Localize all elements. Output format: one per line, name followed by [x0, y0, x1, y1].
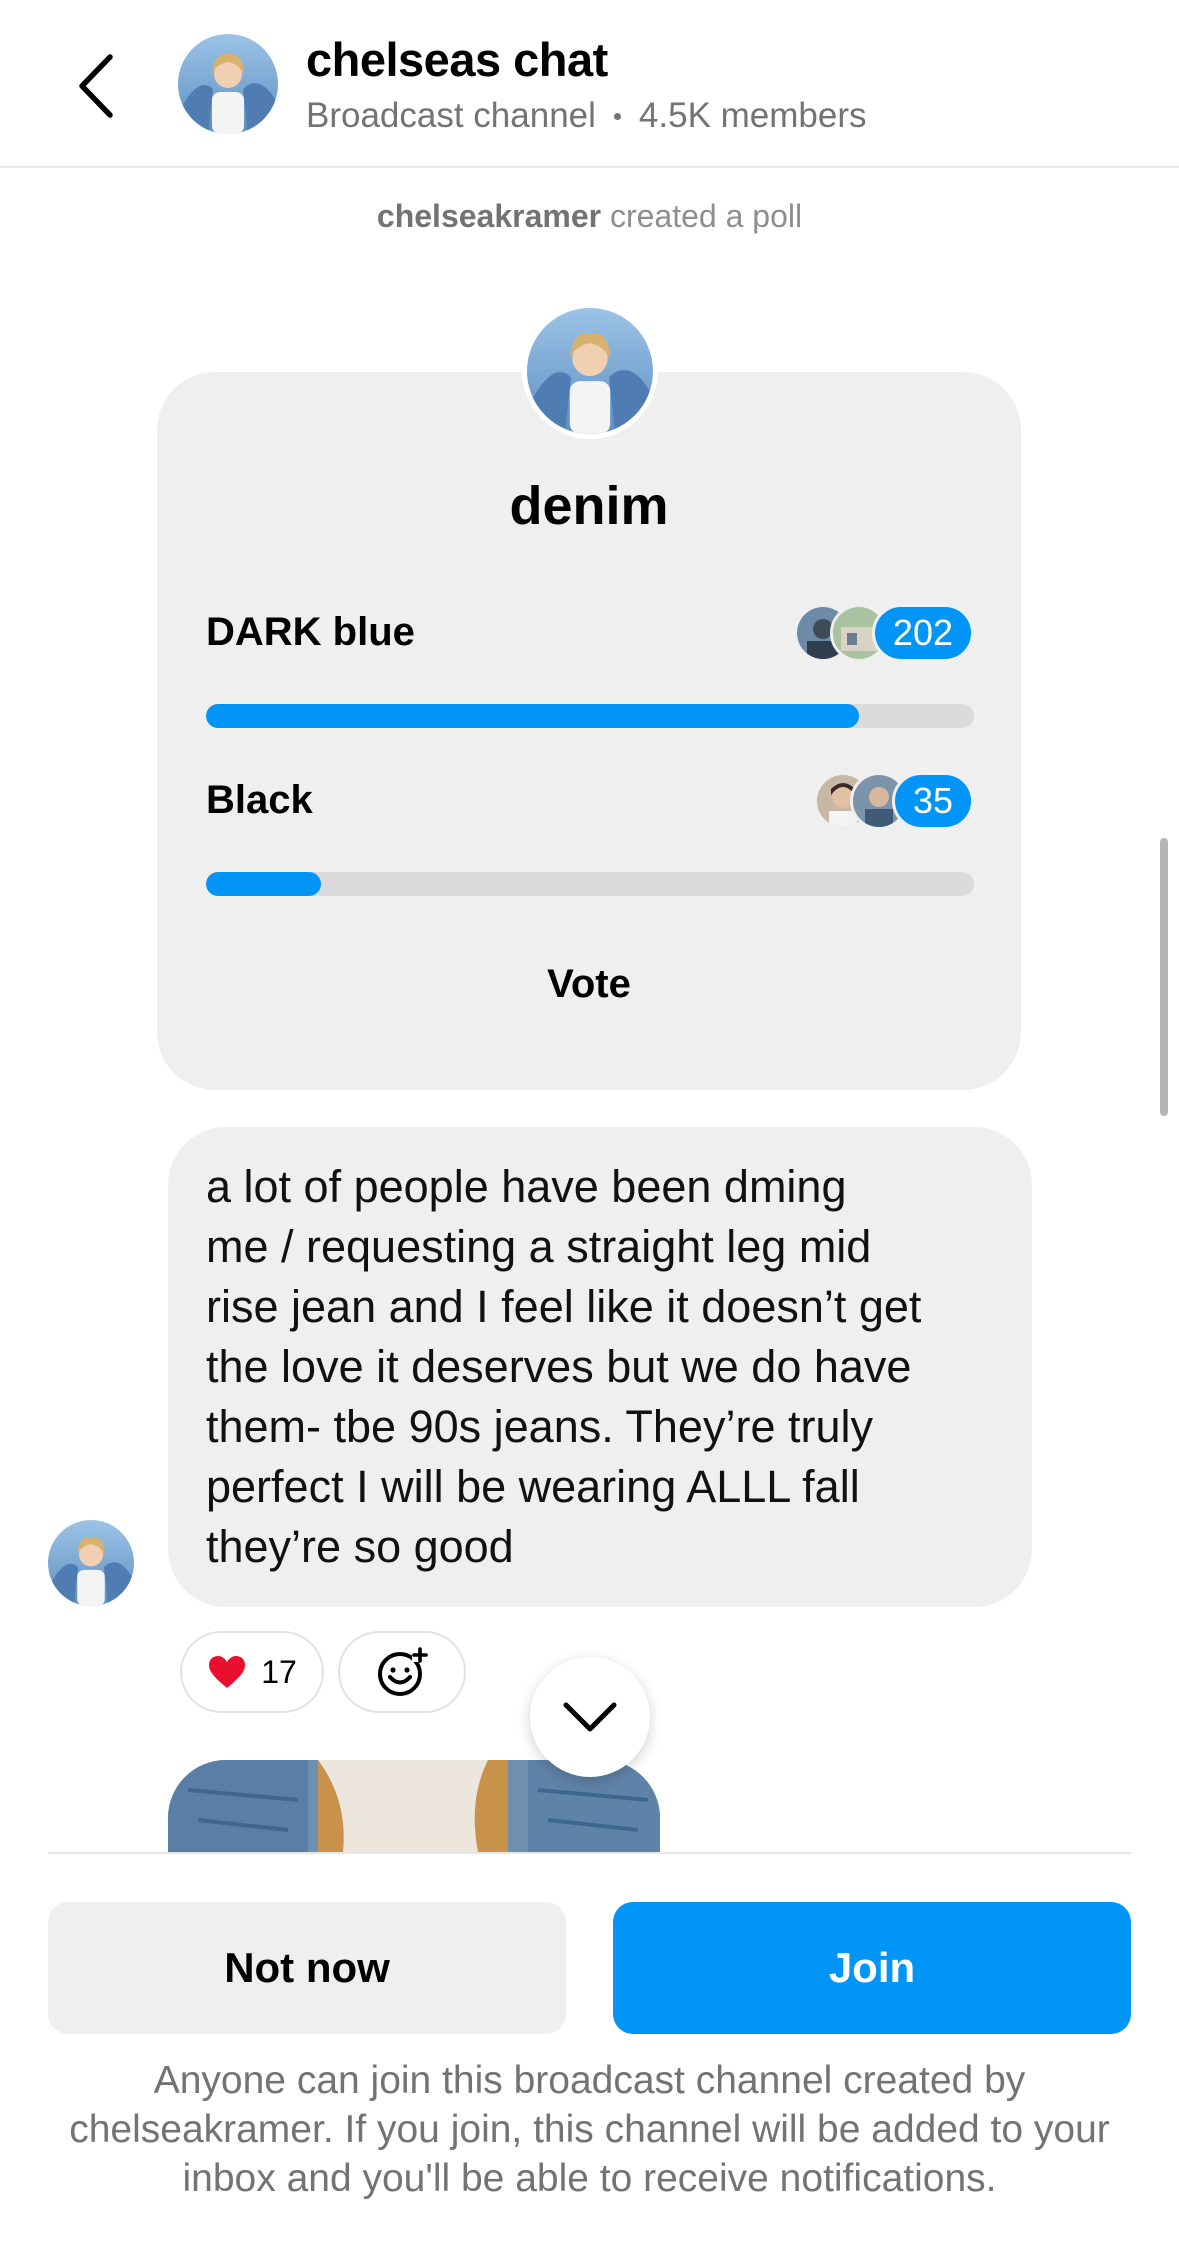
- sender-avatar[interactable]: [48, 1520, 134, 1606]
- chevron-down-icon: [563, 1702, 617, 1732]
- heart-icon: [209, 1656, 246, 1688]
- poll-created-text: created a poll: [609, 198, 803, 234]
- vote-button[interactable]: Vote: [157, 962, 1021, 1007]
- poll-created-notice: chelseakramer created a poll: [0, 198, 1179, 235]
- join-footer: Not now Join Anyone can join this broadc…: [0, 1852, 1179, 2247]
- not-now-button[interactable]: Not now: [48, 1902, 566, 2034]
- vote-count-badge: 202: [871, 604, 974, 662]
- add-reaction-icon: [378, 1647, 428, 1696]
- add-reaction-button[interactable]: [338, 1631, 466, 1713]
- back-button[interactable]: [66, 46, 126, 126]
- poll-progress-fill: [206, 704, 859, 728]
- heart-reaction-count: 17: [261, 1653, 297, 1690]
- member-count: 4.5K members: [638, 96, 867, 135]
- message-bubble[interactable]: a lot of people have been dming me / req…: [168, 1127, 1032, 1607]
- poll-option-black[interactable]: Black 35: [206, 772, 974, 898]
- poll-option-label: Black: [206, 778, 313, 822]
- poll-progress-track: [206, 872, 974, 896]
- channel-title: chelseas chat: [306, 33, 608, 86]
- channel-subtitle: Broadcast channel 4.5K members: [306, 96, 867, 136]
- voters-group: 35: [813, 770, 974, 832]
- poll-creator-avatar[interactable]: [522, 303, 658, 439]
- scrollbar[interactable]: [1160, 838, 1168, 1116]
- vote-count-badge: 35: [891, 772, 974, 830]
- channel-avatar[interactable]: [178, 34, 278, 134]
- voters-group: 202: [793, 602, 974, 664]
- separator-dot: [613, 112, 621, 120]
- join-info-text: Anyone can join this broadcast channel c…: [69, 2059, 1110, 2200]
- poll-option-dark-blue[interactable]: DARK blue 202: [206, 604, 974, 730]
- poll-card: denim DARK blue 202 Black 35 Vote: [157, 372, 1021, 1090]
- join-button[interactable]: Join: [613, 1902, 1131, 2034]
- divider: [48, 1852, 1131, 1854]
- poll-progress-track: [206, 704, 974, 728]
- poll-progress-fill: [206, 872, 322, 896]
- heart-reaction-chip[interactable]: 17: [180, 1631, 324, 1713]
- chevron-left-icon: [79, 54, 113, 118]
- channel-header: chelseas chat Broadcast channel 4.5K mem…: [0, 0, 1179, 168]
- poll-creator: chelseakramer: [376, 198, 602, 234]
- scroll-to-bottom-button[interactable]: [530, 1657, 650, 1777]
- channel-type: Broadcast channel: [306, 96, 596, 135]
- poll-question: denim: [509, 476, 669, 536]
- poll-option-label: DARK blue: [206, 610, 415, 654]
